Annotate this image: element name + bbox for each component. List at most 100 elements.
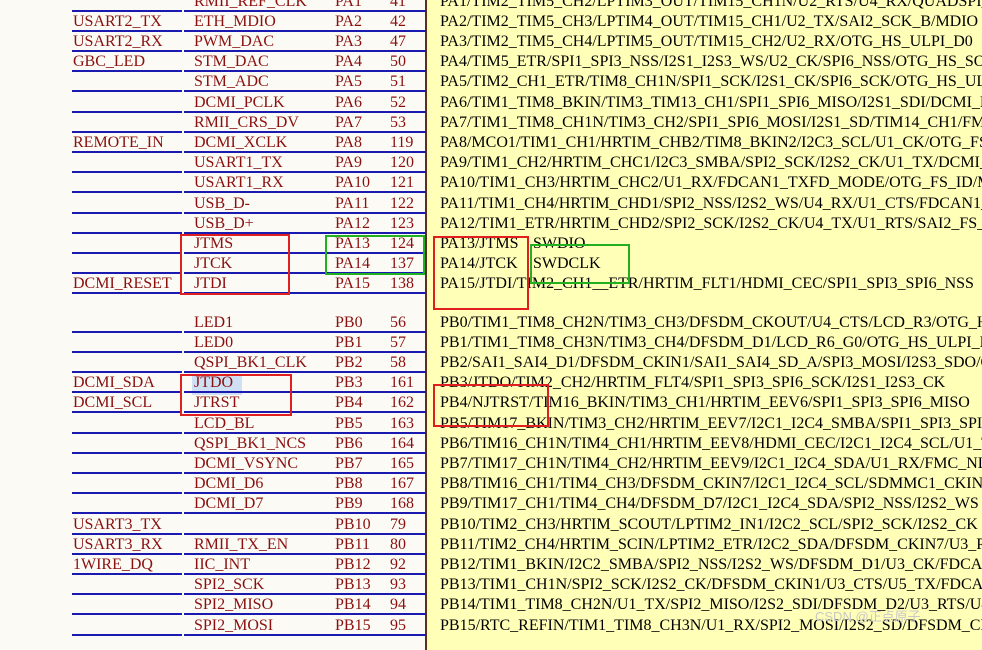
pin-function: PA8/MCO1/TIM1_CH1/HRTIM_CHB2/TIM8_BKIN2/… — [440, 133, 982, 151]
signal-label: LED0 — [194, 333, 234, 351]
pin-function: PB6/TIM16_CH1N/TIM4_CH1/HRTIM_EEV8/HDMI_… — [440, 434, 982, 452]
signal-label: SPI2_SCK — [194, 576, 265, 594]
left-net-wire — [72, 251, 182, 254]
left-net-wire — [72, 130, 182, 133]
pin-name: PB4 — [335, 394, 363, 412]
pin-wire — [184, 613, 426, 616]
pin-number: 57 — [390, 333, 406, 351]
pin-wire — [184, 512, 426, 515]
pin-wire — [184, 330, 426, 333]
swd-pin-box — [325, 235, 425, 275]
pin-wire — [184, 492, 426, 495]
pin-name: PB5 — [335, 414, 363, 432]
signal-label: LED1 — [194, 313, 234, 331]
left-net-wire — [72, 512, 182, 515]
jtag-function-box — [433, 236, 529, 310]
left-net-wire — [72, 49, 182, 52]
pin-function: PA10/TIM1_CH3/HRTIM_CHC2/U1_RX/FDCAN1_TX… — [440, 174, 982, 192]
signal-label: DCMI_XCLK — [194, 133, 288, 151]
net-label: USART2_TX — [73, 12, 162, 30]
pin-function: PA9/TIM1_CH2/HRTIM_CHC1/I2C3_SMBA/SPI2_S… — [440, 154, 982, 172]
pin-name: PA2 — [335, 12, 362, 30]
net-label: DCMI_SDA — [73, 374, 155, 392]
pin-name: PA7 — [335, 113, 362, 131]
signal-label: SPI2_MOSI — [194, 616, 274, 634]
net-label: USART2_RX — [73, 32, 163, 50]
pin-wire — [184, 211, 426, 214]
pin-wire — [184, 471, 426, 474]
left-net-wire — [72, 593, 182, 596]
signal-label: DCMI_D6 — [194, 475, 264, 493]
left-net-wire — [72, 191, 182, 194]
pin-number: 50 — [390, 53, 406, 71]
left-net-wire — [72, 70, 182, 73]
pin-wire — [184, 552, 426, 555]
signal-label: DCMI_PCLK — [194, 93, 285, 111]
pin-number: 93 — [390, 576, 406, 594]
pin-number: 47 — [390, 32, 406, 50]
pin-number: 58 — [390, 353, 406, 371]
pin-wire — [184, 90, 426, 93]
pin-number: 80 — [390, 535, 406, 553]
pin-name: PB9 — [335, 495, 363, 513]
left-net-wire — [72, 613, 182, 616]
pin-wire — [184, 370, 426, 373]
signal-label: USART1_TX — [194, 154, 283, 172]
left-net-wire — [72, 171, 182, 174]
pin-name: PB11 — [335, 535, 370, 553]
left-net-wire — [72, 552, 182, 555]
pin-wire — [184, 130, 426, 133]
jtdo-njtrst-function-box — [433, 384, 549, 427]
pin-number: 164 — [390, 434, 414, 452]
pin-number: 119 — [390, 133, 414, 151]
pin-number: 42 — [390, 12, 406, 30]
pin-number: 167 — [390, 475, 414, 493]
pin-number: 92 — [390, 555, 406, 573]
pin-name: PA5 — [335, 73, 362, 91]
left-net-wire — [72, 492, 182, 495]
left-net-wire — [72, 231, 182, 234]
left-net-wire — [72, 150, 182, 153]
pin-wire — [184, 350, 426, 353]
signal-label: ETH_MDIO — [194, 12, 276, 30]
signal-label: IIC_INT — [194, 555, 250, 573]
pin-name: PA11 — [335, 194, 370, 212]
signal-label: RMII_REF_CLK — [194, 0, 307, 10]
signal-label: STM_ADC — [194, 73, 269, 91]
pin-function: PB8/TIM16_CH1/TIM4_CH3/DFSDM_CKIN7/I2C1_… — [440, 475, 982, 493]
pin-name: PA12 — [335, 214, 370, 232]
signal-label: DCMI_VSYNC — [194, 454, 299, 472]
pin-number: 122 — [390, 194, 414, 212]
pin-wire — [184, 451, 426, 454]
left-net-wire — [72, 572, 182, 575]
signal-label: LCD_BL — [194, 414, 255, 432]
pin-function: PB1/TIM1_TIM8_CH3N/TIM3_CH4/DFSDM_D1/LCD… — [440, 333, 982, 351]
pin-function: PB11/TIM2_CH4/HRTIM_SCIN/LPTIM2_ETR/I2C2… — [440, 535, 982, 553]
left-net-wire — [72, 391, 182, 394]
pin-wire — [184, 70, 426, 73]
watermark: CSDN @正点原子 — [815, 609, 921, 624]
pin-number: 79 — [390, 515, 406, 533]
pin-wire — [184, 191, 426, 194]
pin-number: 95 — [390, 616, 406, 634]
signal-label: PWM_DAC — [194, 32, 275, 50]
pin-function: PB7/TIM17_CH1N/TIM4_CH2/HRTIM_EEV9/I2C1_… — [440, 454, 982, 472]
pin-name: PB6 — [335, 434, 363, 452]
pin-number: 41 — [390, 0, 406, 10]
pin-number: 163 — [390, 414, 414, 432]
net-label: USART3_RX — [73, 535, 163, 553]
left-net-wire — [72, 272, 182, 275]
swd-function-box — [530, 244, 630, 284]
left-net-wire — [72, 350, 182, 353]
left-net-wire — [72, 211, 182, 214]
pin-number: 168 — [390, 495, 414, 513]
left-net-wire — [72, 110, 182, 113]
pin-number: 56 — [390, 313, 406, 331]
pin-number: 138 — [390, 275, 414, 293]
net-label: DCMI_SCL — [73, 394, 153, 412]
pin-function: PA6/TIM1_TIM8_BKIN/TIM3_TIM13_CH1/SPI1_S… — [440, 93, 982, 111]
signal-label: USART1_RX — [194, 174, 284, 192]
left-net-wire — [72, 9, 182, 12]
pin-number: 165 — [390, 454, 414, 472]
pin-function: PA4/TIM5_ETR/SPI1_SPI3_NSS/I2S1_I2S3_WS/… — [440, 53, 982, 71]
